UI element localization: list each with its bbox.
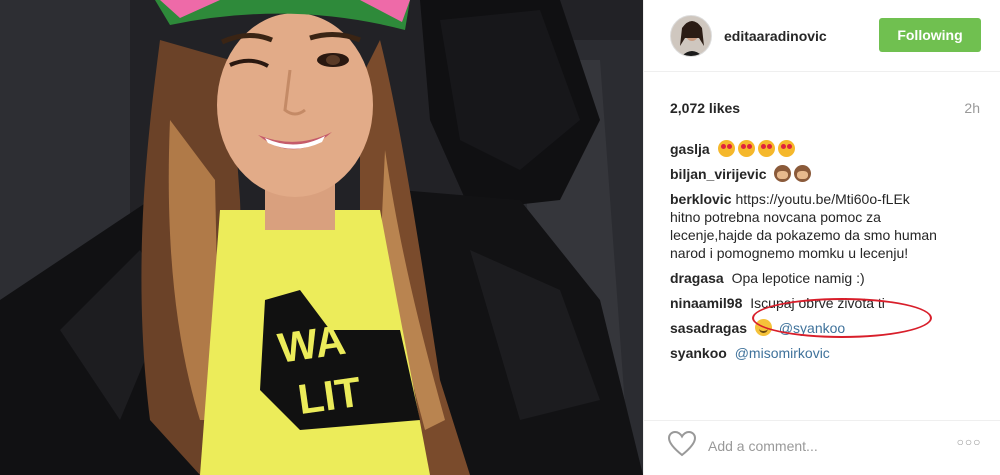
- comment-item: ninaamil98 Iscupaj obrve zivota ti: [670, 294, 970, 312]
- comment-username[interactable]: ninaamil98: [670, 295, 742, 311]
- comment-item: berklovic https://youtu.be/Mti60o-fLEk hi…: [670, 190, 970, 262]
- comment-username[interactable]: sasadragas: [670, 320, 747, 336]
- svg-text:WA: WA: [275, 316, 349, 372]
- see-no-evil-monkey-emoji-icon: [794, 165, 812, 182]
- following-button[interactable]: Following: [879, 18, 981, 52]
- post-footer: ○○○: [644, 420, 1000, 475]
- comments-list: gaslja biljan_virijevic berklovic https:/…: [670, 140, 970, 369]
- comment-item: sasadragas @syankoo: [670, 319, 970, 337]
- heart-eyes-emoji-icon: [717, 140, 735, 157]
- comment-username[interactable]: dragasa: [670, 270, 724, 286]
- comment-mention[interactable]: @syankoo: [779, 320, 845, 336]
- comment-mention[interactable]: @misomirkovic: [735, 345, 830, 361]
- post-header: editaaradinovic Following: [644, 0, 1000, 72]
- see-no-evil-monkey-emoji-icon: [774, 165, 792, 182]
- add-comment-input[interactable]: [708, 435, 938, 457]
- comment-text-link[interactable]: https://youtu.be/Mti60o-fLEk: [735, 191, 909, 207]
- comment-item: syankoo @misomirkovic: [670, 344, 970, 362]
- username-link[interactable]: editaaradinovic: [724, 28, 827, 44]
- comment-username[interactable]: biljan_virijevic: [670, 166, 767, 182]
- comment-text: Opa lepotice namig :): [731, 270, 865, 286]
- heart-eyes-emoji-icon: [737, 140, 755, 157]
- likes-count[interactable]: 2,072 likes: [670, 100, 740, 116]
- post-time[interactable]: 2h: [964, 100, 980, 116]
- heart-eyes-emoji-icon: [777, 140, 795, 157]
- comment-username[interactable]: syankoo: [670, 345, 727, 361]
- avatar-image: [671, 16, 711, 56]
- smile-emoji-icon: [754, 319, 772, 336]
- comment-item: gaslja: [670, 140, 970, 158]
- comment-item: biljan_virijevic: [670, 165, 970, 183]
- likes-row: 2,072 likes 2h: [670, 100, 980, 120]
- svg-text:LIT: LIT: [295, 368, 364, 423]
- comment-item: dragasa Opa lepotice namig :): [670, 269, 970, 287]
- selfie-photo-illustration: WA LIT: [0, 0, 643, 475]
- avatar[interactable]: [670, 15, 712, 57]
- post-sidebar: editaaradinovic Following 2,072 likes 2h…: [643, 0, 1000, 475]
- heart-icon[interactable]: [667, 430, 697, 457]
- comment-username[interactable]: gaslja: [670, 141, 710, 157]
- heart-eyes-emoji-icon: [757, 140, 775, 157]
- post-photo[interactable]: WA LIT: [0, 0, 643, 475]
- comment-text: hitno potrebna novcana pomoc za: [670, 209, 881, 225]
- comment-username[interactable]: berklovic: [670, 191, 731, 207]
- comment-text: Iscupaj obrve zivota ti: [750, 295, 885, 311]
- comment-text: narod i pomognemo momku u lecenju!: [670, 245, 909, 261]
- comment-text: lecenje,hajde da pokazemo da smo human: [670, 227, 937, 243]
- more-options-icon[interactable]: ○○○: [954, 435, 984, 455]
